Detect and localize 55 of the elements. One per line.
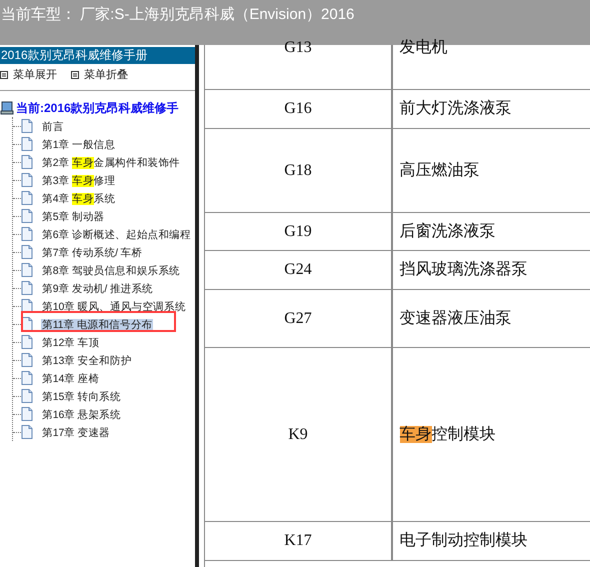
code-cell-text: G27 <box>283 308 313 328</box>
list-icon <box>71 71 79 79</box>
document-icon <box>21 245 33 259</box>
document-icon <box>21 227 33 241</box>
document-icon <box>21 119 33 133</box>
document-icon <box>21 155 33 169</box>
document-icon <box>21 263 33 277</box>
tree-item[interactable]: 第8章 驾驶员信息和娱乐系统 <box>41 265 181 277</box>
name-cell-text: 高压燃油泵 <box>398 160 480 180</box>
code-cell-text: K17 <box>283 531 313 551</box>
tree-item[interactable]: 第10章 暖风、通风与空调系统 <box>41 301 187 313</box>
tree-item[interactable]: 第5章 制动器 <box>41 211 106 223</box>
document-icon <box>21 299 33 313</box>
tree-item[interactable]: 前言 <box>41 121 65 133</box>
document-icon <box>21 191 33 205</box>
manual-header: 2016款别克昂科威维修手册 <box>0 47 195 64</box>
code-cell-text: G18 <box>283 160 313 180</box>
code-cell-text: G24 <box>283 260 313 280</box>
code-cell-text: G19 <box>283 222 313 242</box>
tree-item[interactable]: 第12章 车顶 <box>41 337 100 349</box>
document-icon <box>21 317 33 331</box>
name-cell-text: 变速器液压油泵 <box>398 308 512 328</box>
tree-root[interactable]: 当前:2016款别克昂科威维修手 <box>16 99 179 117</box>
window-title: 当前车型： 厂家:S-上海别克昂科威（Envision）2016 <box>1 6 354 23</box>
document-icon <box>21 389 33 403</box>
code-cell-text: G16 <box>283 99 313 119</box>
name-cell-text: 挡风玻璃洗涤器泵 <box>398 260 528 280</box>
tree-item[interactable]: 第17章 变速器 <box>41 427 111 439</box>
document-icon <box>21 425 33 439</box>
name-cell-text: 后窗洗涤液泵 <box>398 222 496 242</box>
code-cell-text: G13 <box>283 38 313 58</box>
document-icon <box>21 209 33 223</box>
code-cell-text: K9 <box>287 424 309 444</box>
tree-item[interactable]: 第9章 发动机/ 推进系统 <box>41 283 154 295</box>
name-cell-text: 前大灯洗涤液泵 <box>398 98 512 119</box>
tree-item[interactable]: 第7章 传动系统/ 车桥 <box>41 247 144 259</box>
menu-button[interactable]: 菜单折叠 <box>71 66 128 84</box>
menu-button[interactable]: 菜单展开 <box>0 66 57 84</box>
name-cell-text: 发电机 <box>398 38 448 58</box>
name-cell-text: 电子制动控制模块 <box>398 530 528 551</box>
tree-item[interactable]: 第13章 安全和防护 <box>41 355 133 367</box>
document-icon <box>21 407 33 421</box>
document-icon <box>21 281 33 295</box>
tree-item[interactable]: 第6章 诊断概述、起始点和编程 <box>41 229 192 241</box>
document-icon <box>21 173 33 187</box>
tree-item[interactable]: 第14章 座椅 <box>41 373 100 385</box>
document-icon <box>21 353 33 367</box>
document-icon <box>21 137 33 151</box>
tree-item[interactable]: 第11章 电源和信号分布 <box>41 319 154 331</box>
document-icon <box>21 335 33 349</box>
tree-item[interactable]: 第16章 悬架系统 <box>41 409 122 421</box>
computer-icon <box>0 101 14 115</box>
tree-item[interactable]: 第15章 转向系统 <box>41 391 122 403</box>
document-icon <box>21 371 33 385</box>
tree-item[interactable]: 第1章 一般信息 <box>41 139 116 151</box>
